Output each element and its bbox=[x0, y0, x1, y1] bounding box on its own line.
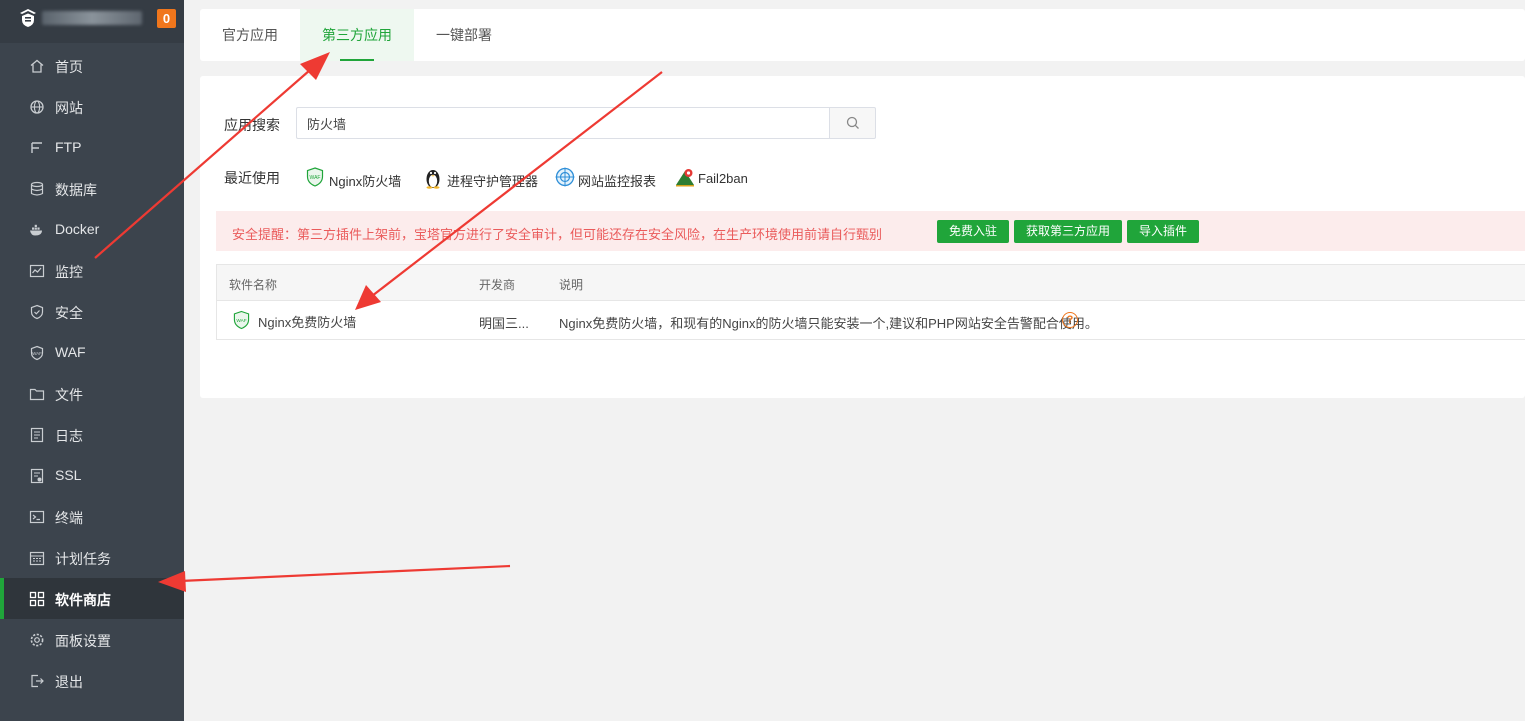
sidebar-item-database[interactable]: 数据库 bbox=[0, 168, 184, 209]
sidebar-item-store[interactable]: 软件商店 bbox=[0, 578, 184, 619]
penguin-icon bbox=[426, 170, 440, 189]
search-icon bbox=[846, 116, 859, 129]
monitor-icon bbox=[29, 264, 45, 278]
fail2ban-icon bbox=[676, 169, 694, 187]
table-row[interactable]: WAF Nginx免费防火墙 明国三... Nginx免费防火墙，和现有的Ngi… bbox=[217, 301, 1525, 339]
free-join-button[interactable]: 免费入驻 bbox=[937, 220, 1009, 243]
tab-third-party-apps[interactable]: 第三方应用 bbox=[300, 9, 414, 61]
sidebar-item-logs[interactable]: 日志 bbox=[0, 414, 184, 455]
software-table: 软件名称 开发商 说明 WAF Nginx免费防火墙 明国三... Nginx免… bbox=[216, 264, 1525, 340]
store-panel: 应用搜索 最近使用 WAF Nginx防火墙 进程守护管理器 网站监控报表 Fa… bbox=[200, 76, 1525, 398]
docker-icon bbox=[30, 224, 42, 236]
row-description: Nginx免费防火墙，和现有的Nginx的防火墙只能安装一个,建议和PHP网站安… bbox=[559, 316, 1098, 331]
sidebar-item-security[interactable]: 安全 bbox=[0, 291, 184, 332]
recent-item-fail2ban[interactable]: Fail2ban bbox=[675, 167, 755, 189]
search-button[interactable] bbox=[829, 107, 876, 139]
sidebar-item-website[interactable]: 网站 bbox=[0, 86, 184, 127]
svg-text:WAF: WAF bbox=[236, 318, 246, 324]
sidebar-item-settings[interactable]: 面板设置 bbox=[0, 619, 184, 660]
database-icon bbox=[30, 181, 44, 196]
row-developer: 明国三... bbox=[479, 316, 529, 331]
import-plugin-button[interactable]: 导入插件 bbox=[1127, 220, 1199, 243]
waf-icon: WAF bbox=[30, 345, 44, 361]
logout-icon bbox=[31, 674, 44, 688]
tabs-bar: 官方应用 第三方应用 一键部署 bbox=[200, 9, 1525, 61]
waf-shield-icon: WAF bbox=[233, 310, 250, 330]
sidebar-item-cron[interactable]: 计划任务 bbox=[0, 537, 184, 578]
globe-icon bbox=[30, 100, 44, 114]
sidebar-item-files[interactable]: 文件 bbox=[0, 373, 184, 414]
tab-one-click-deploy[interactable]: 一键部署 bbox=[414, 9, 514, 61]
sidebar: 0 首页 网站 FTP 数据库 Docker 监控 安全 WAF WAF 文件 … bbox=[0, 0, 184, 721]
recent-item-site-monitor[interactable]: 网站监控报表 bbox=[555, 167, 656, 189]
get-third-party-button[interactable]: 获取第三方应用 bbox=[1014, 220, 1122, 243]
sidebar-item-waf[interactable]: WAF WAF bbox=[0, 332, 184, 373]
sidebar-item-docker[interactable]: Docker bbox=[0, 209, 184, 250]
sidebar-item-terminal[interactable]: 终端 bbox=[0, 496, 184, 537]
alert-text: 安全提醒：第三方插件上架前，宝塔官方进行了安全审计，但可能还存在安全风险，在生产… bbox=[232, 227, 883, 242]
sidebar-item-monitor[interactable]: 监控 bbox=[0, 250, 184, 291]
username-blurred bbox=[42, 11, 142, 25]
sidebar-item-home[interactable]: 首页 bbox=[0, 45, 184, 86]
gear-icon bbox=[30, 633, 44, 647]
sidebar-item-ftp[interactable]: FTP bbox=[0, 127, 184, 168]
table-header: 软件名称 开发商 说明 bbox=[217, 265, 1525, 301]
ftp-icon bbox=[31, 142, 42, 153]
help-icon[interactable]: ? bbox=[1062, 312, 1078, 328]
tab-official-apps[interactable]: 官方应用 bbox=[200, 9, 300, 61]
search-label: 应用搜索 bbox=[224, 117, 280, 133]
folder-icon bbox=[29, 388, 45, 401]
col-developer[interactable]: 开发商 bbox=[479, 276, 515, 293]
target-icon bbox=[555, 167, 575, 187]
log-icon bbox=[30, 427, 44, 443]
logo-icon bbox=[20, 9, 36, 27]
notification-badge[interactable]: 0 bbox=[157, 9, 176, 28]
col-description[interactable]: 说明 bbox=[559, 276, 583, 293]
sidebar-item-ssl[interactable]: SSL bbox=[0, 455, 184, 496]
calendar-icon bbox=[29, 551, 45, 566]
svg-text:WAF: WAF bbox=[310, 175, 321, 181]
recent-item-supervisor[interactable]: 进程守护管理器 bbox=[424, 167, 538, 189]
recent-item-nginx-waf[interactable]: WAF Nginx防火墙 bbox=[306, 167, 401, 189]
waf-shield-icon: WAF bbox=[306, 167, 324, 187]
row-software-name[interactable]: Nginx免费防火墙 bbox=[258, 312, 356, 331]
recent-label: 最近使用 bbox=[224, 170, 280, 186]
arrow-to-store-item bbox=[158, 564, 511, 592]
col-software-name[interactable]: 软件名称 bbox=[229, 276, 277, 293]
terminal-icon bbox=[29, 510, 45, 524]
home-icon bbox=[30, 59, 44, 73]
shield-icon bbox=[30, 304, 44, 320]
svg-text:WAF: WAF bbox=[32, 351, 42, 356]
ssl-icon bbox=[30, 468, 44, 484]
grid-icon bbox=[29, 591, 45, 607]
security-alert: 安全提醒：第三方插件上架前，宝塔官方进行了安全审计，但可能还存在安全风险，在生产… bbox=[216, 211, 1525, 251]
sidebar-item-logout[interactable]: 退出 bbox=[0, 660, 184, 701]
sidebar-header: 0 bbox=[0, 0, 184, 43]
search-input[interactable] bbox=[296, 107, 830, 139]
